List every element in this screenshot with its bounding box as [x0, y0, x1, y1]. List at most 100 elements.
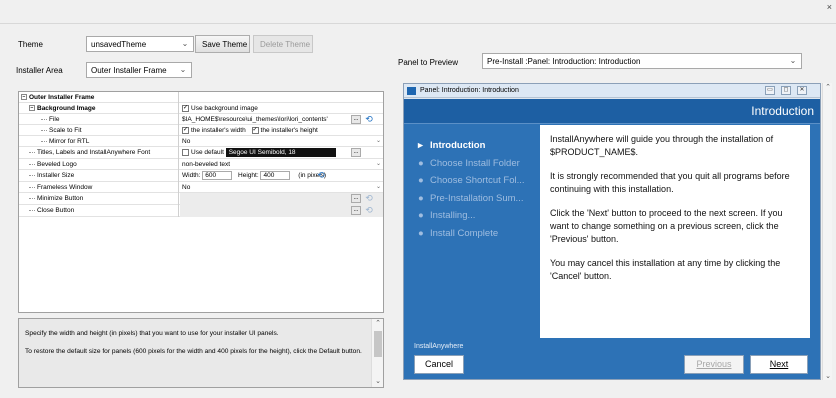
circle-icon: ●: [418, 227, 424, 239]
step-item: ● Install Complete: [418, 228, 525, 246]
intro-paragraph: It is strongly recommended that you quit…: [550, 171, 790, 194]
minimize-browse-button[interactable]: ...: [351, 194, 361, 203]
preview-scrollbar[interactable]: ⌃ ⌄: [822, 83, 832, 380]
tree-line: [29, 163, 35, 165]
installer-area-select[interactable]: Outer Installer Frame ⌄: [86, 62, 192, 78]
width-input[interactable]: 600: [202, 170, 233, 180]
mirror-rtl-select[interactable]: No ⌄: [180, 136, 383, 147]
font-label: Titles, Labels and InstallAnywhere Font: [37, 149, 151, 156]
property-name: Close Button: [19, 205, 179, 217]
font-value-field[interactable]: Segoe UI Semibold, 18: [225, 147, 336, 157]
close-icon[interactable]: ✕: [797, 86, 807, 95]
chevron-down-icon: ⌄: [179, 65, 187, 74]
table-row[interactable]: − Outer Installer Frame: [19, 92, 383, 103]
step-item: ● Choose Shortcut Fol...: [418, 175, 525, 193]
property-value: Use default Segoe UI Semibold, 18 ...: [180, 147, 383, 159]
table-row[interactable]: Titles, Labels and InstallAnywhere Font …: [19, 147, 383, 159]
installer-preview: Panel: Introduction: Introduction ▭ ◻ ✕ …: [403, 83, 821, 380]
installer-area-value: Outer Installer Frame: [91, 66, 167, 75]
description-text: To restore the default size for panels (…: [25, 348, 362, 355]
close-browse-button[interactable]: ...: [351, 206, 361, 215]
preview-body: Introduction ▸ Introduction ● Choose Insta…: [404, 99, 820, 379]
table-row[interactable]: Installer Size Width: 600 Height: 400 (i…: [19, 170, 383, 182]
step-item: ● Choose Install Folder: [418, 158, 525, 176]
circle-icon: ●: [418, 157, 424, 169]
frameless-label: Frameless Window: [37, 184, 93, 191]
tree-line: [41, 118, 47, 120]
property-value: [180, 92, 383, 103]
refresh-icon[interactable]: ⟲: [364, 193, 374, 203]
property-value: $IA_HOME$\resource\ui_themes\lori\lori_c…: [180, 114, 383, 125]
table-row[interactable]: Minimize Button ... ⟲: [19, 193, 383, 205]
preview-header: Introduction: [404, 99, 820, 124]
use-background-checkbox[interactable]: ✓: [182, 104, 189, 112]
step-label: Installing...: [430, 210, 476, 221]
next-button[interactable]: Next: [750, 355, 808, 374]
maximize-icon[interactable]: ◻: [781, 86, 791, 95]
table-row[interactable]: Scale to Fit ✓ the installer's width ✓ the…: [19, 125, 383, 136]
table-row[interactable]: − Background Image ✓ Use background image: [19, 103, 383, 114]
refresh-icon[interactable]: ⟲: [364, 114, 374, 124]
theme-select[interactable]: unsavedTheme ⌄: [86, 36, 194, 52]
scale-height-checkbox[interactable]: ✓: [251, 126, 259, 134]
step-item: ● Pre-Installation Sum...: [418, 193, 525, 211]
installanywhere-brand: InstallAnywhere: [414, 343, 464, 350]
scroll-up-icon[interactable]: ⌃: [823, 83, 833, 91]
property-name: − Outer Installer Frame: [19, 92, 179, 103]
chevron-down-icon: ⌄: [375, 161, 381, 167]
table-row[interactable]: Close Button ... ⟲: [19, 205, 383, 217]
previous-button[interactable]: Previous: [684, 355, 744, 374]
minimize-label: Minimize Button: [37, 195, 84, 202]
close-window-icon[interactable]: ×: [827, 2, 832, 12]
panel-preview-value: Pre-Install :Panel: Introduction: Introd…: [487, 57, 641, 66]
browse-button[interactable]: ...: [351, 115, 361, 124]
height-label: Height:: [238, 172, 259, 179]
table-row[interactable]: File $IA_HOME$\resource\ui_themes\lori\l…: [19, 114, 383, 125]
panel-preview-select[interactable]: Pre-Install :Panel: Introduction: Introd…: [482, 53, 802, 69]
property-name: Minimize Button: [19, 193, 179, 205]
frameless-select[interactable]: No ⌄: [180, 182, 383, 193]
installer-size-label: Installer Size: [37, 172, 75, 179]
width-label: Width:: [182, 172, 201, 179]
table-row[interactable]: Beveled Logo non-beveled text ⌄: [19, 159, 383, 170]
refresh-icon[interactable]: ⟲: [364, 205, 374, 215]
property-name: Scale to Fit: [19, 125, 179, 136]
font-browse-button[interactable]: ...: [351, 148, 361, 157]
table-row[interactable]: Mirror for RTL No ⌄: [19, 136, 383, 147]
property-value: ✓ the installer's width ✓ the installer's …: [180, 125, 383, 136]
delete-theme-button[interactable]: Delete Theme: [253, 35, 313, 53]
default-size-icon[interactable]: ⟲: [316, 170, 326, 180]
cancel-button[interactable]: Cancel: [414, 355, 464, 374]
scale-width-checkbox[interactable]: ✓: [182, 126, 189, 134]
theme-label: Theme: [18, 40, 43, 49]
save-theme-button[interactable]: Save Theme: [195, 35, 250, 53]
minimize-icon[interactable]: ▭: [765, 86, 775, 95]
scroll-down-icon[interactable]: ⌄: [823, 372, 833, 380]
tree-line: [29, 186, 35, 188]
property-value: ... ⟲: [180, 193, 383, 205]
beveled-logo-select[interactable]: non-beveled text ⌄: [180, 159, 383, 170]
scale-to-fit-label: Scale to Fit: [49, 127, 82, 134]
use-default-font-checkbox[interactable]: [182, 148, 189, 156]
section-title: Outer Installer Frame: [29, 94, 95, 101]
file-label: File: [49, 116, 60, 123]
step-label: Choose Shortcut Fol...: [430, 175, 525, 186]
collapse-icon[interactable]: −: [29, 105, 35, 112]
step-list: ▸ Introduction ● Choose Install Folder ● Ch…: [418, 140, 525, 245]
description-panel: Specify the width and height (in pixels)…: [18, 318, 384, 388]
divider: [0, 23, 836, 24]
description-scrollbar[interactable]: ⌃ ⌄: [371, 319, 383, 387]
scale-width-label: the installer's width: [191, 127, 246, 134]
scroll-thumb[interactable]: [374, 331, 382, 357]
circle-icon: ●: [418, 175, 424, 186]
height-input[interactable]: 400: [260, 170, 291, 180]
property-name: − Background Image: [19, 103, 179, 114]
installer-area-label: Installer Area: [16, 66, 63, 75]
property-name: Installer Size: [19, 170, 179, 182]
scroll-up-icon[interactable]: ⌃: [372, 319, 384, 329]
collapse-icon[interactable]: −: [21, 94, 27, 101]
table-row[interactable]: Frameless Window No ⌄: [19, 182, 383, 193]
step-item: ▸ Introduction: [418, 140, 525, 158]
property-value: ✓ Use background image: [180, 103, 383, 114]
scroll-down-icon[interactable]: ⌄: [372, 377, 384, 387]
